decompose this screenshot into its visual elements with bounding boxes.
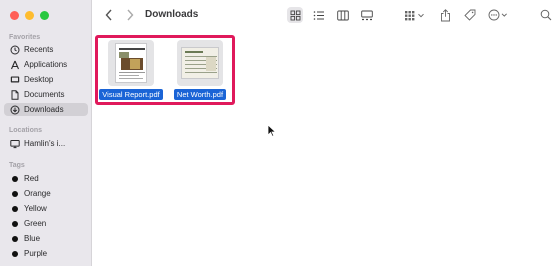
toolbar: Downloads	[93, 0, 560, 30]
chevron-left-icon	[105, 9, 112, 21]
tag-button[interactable]	[463, 7, 477, 23]
icon-view-button[interactable]	[287, 7, 303, 23]
forward-button[interactable]	[124, 7, 136, 23]
file-item-net-worth[interactable]: Net Worth.pdf	[171, 40, 229, 100]
column-view-button[interactable]	[335, 7, 351, 23]
tag-dot-icon	[12, 235, 18, 242]
tag-dot-icon	[12, 250, 18, 257]
sidebar-item-recents[interactable]: Recents	[4, 43, 88, 56]
list-icon	[313, 10, 324, 20]
sidebar-item-label: Orange	[24, 189, 51, 198]
sidebar-item-label: Blue	[24, 234, 41, 243]
tag-dot-icon	[12, 175, 18, 182]
back-button[interactable]	[103, 7, 115, 23]
report-thumbnail	[108, 40, 154, 86]
sidebar-item-label: Desktop	[24, 75, 54, 84]
sidebar-item-label: Hamlin’s i...	[24, 139, 66, 148]
ellipsis-circle-icon	[488, 9, 507, 21]
group-grid-icon	[405, 10, 424, 20]
sidebar-item-computer[interactable]: Hamlin’s i...	[4, 137, 88, 150]
mouse-cursor-icon	[267, 124, 276, 137]
file-item-visual-report[interactable]: Visual Report.pdf	[99, 40, 163, 100]
zoom-window-button[interactable]	[40, 11, 49, 20]
sidebar-item-label: Recents	[24, 45, 54, 54]
desktop-icon	[9, 74, 20, 85]
file-name-label: Visual Report.pdf	[99, 89, 163, 100]
sidebar-tag-red[interactable]: Red	[4, 172, 88, 185]
gallery-icon	[361, 10, 373, 20]
sidebar-item-applications[interactable]: Applications	[4, 58, 88, 71]
sidebar-tag-purple[interactable]: Purple	[4, 247, 88, 260]
favorites-heading: Favorites	[9, 34, 41, 41]
networth-thumbnail	[177, 40, 223, 86]
file-name-label: Net Worth.pdf	[173, 89, 227, 100]
sidebar-item-label: Downloads	[24, 105, 64, 114]
list-view-button[interactable]	[311, 7, 327, 23]
sidebar-tag-green[interactable]: Green	[4, 217, 88, 230]
sidebar-item-label: Red	[24, 174, 39, 183]
tag-icon	[464, 9, 476, 21]
locations-heading: Locations	[9, 127, 43, 134]
share-icon	[440, 8, 450, 21]
tag-dot-icon	[12, 220, 18, 227]
sidebar-item-downloads[interactable]: Downloads	[4, 103, 88, 116]
finder-window: Favorites Recents Applications Desktop D…	[0, 0, 560, 266]
sidebar-item-documents[interactable]: Documents	[4, 88, 88, 101]
gallery-view-button[interactable]	[359, 7, 375, 23]
close-window-button[interactable]	[10, 11, 19, 20]
sidebar-item-label: Documents	[24, 90, 65, 99]
chevron-right-icon	[127, 9, 134, 21]
sidebar-item-label: Purple	[24, 249, 48, 258]
applications-icon	[9, 59, 20, 70]
search-button[interactable]	[539, 7, 553, 23]
window-controls	[10, 11, 49, 20]
sidebar-tag-yellow[interactable]: Yellow	[4, 202, 88, 215]
sidebar-item-desktop[interactable]: Desktop	[4, 73, 88, 86]
clock-icon	[9, 44, 20, 55]
sidebar: Favorites Recents Applications Desktop D…	[0, 0, 92, 266]
sidebar-item-label: Applications	[24, 60, 68, 69]
tags-heading: Tags	[9, 162, 25, 169]
computer-icon	[9, 138, 20, 149]
grid-icon	[290, 10, 300, 20]
document-icon	[9, 89, 20, 100]
columns-icon	[337, 10, 349, 20]
group-by-button[interactable]	[404, 7, 426, 23]
window-title: Downloads	[145, 9, 199, 20]
search-icon	[540, 9, 552, 21]
sidebar-item-label: Yellow	[24, 204, 47, 213]
share-button[interactable]	[438, 7, 452, 23]
sidebar-tag-orange[interactable]: Orange	[4, 187, 88, 200]
minimize-window-button[interactable]	[25, 11, 34, 20]
sidebar-item-label: Green	[24, 219, 47, 228]
tag-dot-icon	[12, 190, 18, 197]
file-browser-area[interactable]: Visual Report.pdf Net Worth.pdf	[93, 30, 560, 266]
tag-dot-icon	[12, 205, 18, 212]
download-icon	[9, 104, 20, 115]
more-actions-button[interactable]	[488, 7, 510, 23]
sidebar-tag-blue[interactable]: Blue	[4, 232, 88, 245]
